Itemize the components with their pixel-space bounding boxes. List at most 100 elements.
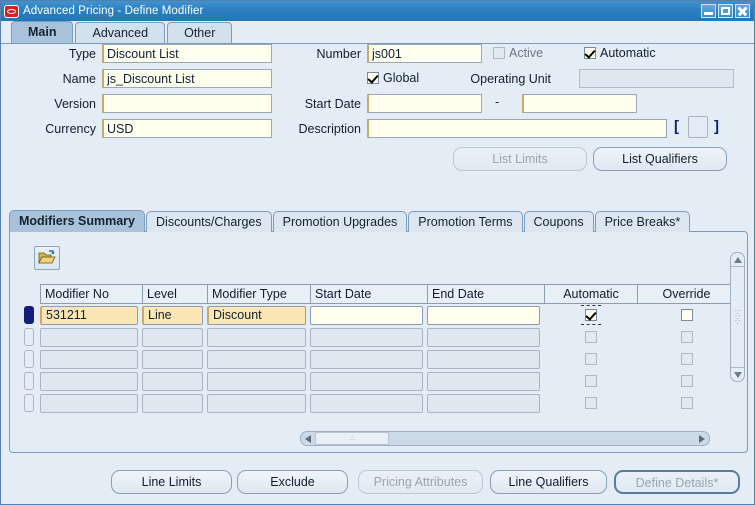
maximize-button[interactable] [718, 4, 733, 18]
cell-end-date[interactable] [427, 349, 540, 369]
column-header-level[interactable]: Level [142, 284, 207, 304]
scroll-left-button[interactable] [301, 432, 315, 445]
vertical-scroll-track[interactable]: ∵ ∵ ∵ [731, 266, 744, 368]
line-qualifiers-button[interactable]: Line Qualifiers [490, 470, 607, 494]
scroll-down-button[interactable] [731, 368, 744, 381]
cell-modifier-no[interactable] [40, 393, 138, 413]
cell-start-date[interactable] [310, 327, 423, 347]
grid-horizontal-scrollbar[interactable]: ∴ [300, 431, 710, 446]
cell-modifier-no[interactable] [40, 349, 138, 369]
record-indicator[interactable] [24, 372, 34, 390]
cell-start-date[interactable] [310, 349, 423, 369]
folder-tool-button[interactable] [34, 246, 60, 270]
cell-level[interactable] [142, 393, 203, 413]
label-start-date: Start Date [304, 97, 361, 111]
cell-override[interactable] [637, 326, 736, 348]
table-row[interactable] [24, 326, 736, 348]
cell-override[interactable] [637, 392, 736, 414]
cell-automatic[interactable] [544, 326, 637, 348]
cell-modifier-no[interactable] [40, 371, 138, 391]
window-controls [701, 4, 752, 18]
record-indicator[interactable] [24, 350, 34, 368]
close-button[interactable] [735, 4, 750, 18]
cell-modifier-no[interactable] [40, 327, 138, 347]
active-checkbox-group[interactable]: Active [493, 46, 543, 60]
horizontal-scroll-thumb[interactable]: ∴ [315, 432, 389, 445]
description-field[interactable] [367, 119, 667, 138]
cell-start-date[interactable] [310, 305, 423, 325]
line-limits-button[interactable]: Line Limits [111, 470, 232, 494]
scroll-up-button[interactable] [731, 253, 744, 266]
override-row-checkbox [680, 353, 693, 365]
table-row[interactable] [24, 370, 736, 392]
automatic-checkbox-group[interactable]: Automatic [584, 46, 656, 60]
descriptive-flexfield-box[interactable] [688, 116, 708, 138]
record-indicator[interactable] [24, 394, 34, 412]
column-header-override[interactable]: Override [637, 284, 736, 304]
start-date-from-field[interactable] [367, 94, 482, 113]
tab-main[interactable]: Main [11, 21, 74, 43]
cell-override[interactable] [637, 370, 736, 392]
number-field[interactable] [367, 44, 482, 63]
cell-override[interactable] [637, 304, 736, 326]
name-field[interactable] [102, 69, 272, 88]
folder-open-icon [38, 250, 56, 264]
column-header-automatic[interactable]: Automatic [544, 284, 637, 304]
cell-modifier-type[interactable] [207, 371, 306, 391]
cell-level[interactable] [142, 327, 203, 347]
table-row[interactable] [24, 348, 736, 370]
label-currency: Currency [45, 122, 96, 136]
cell-level[interactable] [142, 349, 203, 369]
tab-other[interactable]: Other [167, 22, 233, 43]
cell-end-date[interactable] [427, 371, 540, 391]
cell-end-date[interactable] [427, 393, 540, 413]
detail-tab-bar: Modifiers Summary Discounts/Charges Prom… [9, 210, 748, 232]
tab-promotion-upgrades[interactable]: Promotion Upgrades [272, 211, 408, 232]
start-date-to-field[interactable] [522, 94, 637, 113]
tab-discounts-charges[interactable]: Discounts/Charges [146, 211, 272, 232]
list-qualifiers-button[interactable]: List Qualifiers [593, 147, 727, 171]
cell-modifier-type[interactable] [207, 393, 306, 413]
label-name: Name [62, 72, 96, 86]
cell-modifier-type[interactable] [207, 349, 306, 369]
tab-promotion-terms[interactable]: Promotion Terms [408, 211, 523, 232]
tab-advanced[interactable]: Advanced [75, 22, 166, 43]
table-row[interactable]: 531211 Line Discount [24, 304, 736, 326]
cell-level[interactable] [142, 371, 203, 391]
cell-automatic[interactable] [544, 392, 637, 414]
scroll-left-icon [305, 434, 311, 443]
cell-start-date[interactable] [310, 393, 423, 413]
table-row[interactable] [24, 392, 736, 414]
label-operating-unit: Operating Unit [470, 72, 551, 86]
minimize-icon [702, 5, 715, 17]
cell-automatic[interactable] [544, 348, 637, 370]
cell-level[interactable]: Line [142, 305, 203, 325]
column-header-modifier-type[interactable]: Modifier Type [207, 284, 310, 304]
global-checkbox-group[interactable]: Global [367, 71, 419, 85]
top-tab-bar: Main Advanced Other [1, 21, 754, 44]
column-header-start-date[interactable]: Start Date [310, 284, 427, 304]
cell-override[interactable] [637, 348, 736, 370]
tab-coupons[interactable]: Coupons [523, 211, 594, 232]
list-limits-button: List Limits [453, 147, 587, 171]
window-title: Advanced Pricing - Define Modifier [23, 5, 204, 17]
scroll-right-button[interactable] [695, 432, 709, 445]
minimize-button[interactable] [701, 4, 716, 18]
column-header-end-date[interactable]: End Date [427, 284, 544, 304]
cell-modifier-no[interactable]: 531211 [40, 305, 138, 325]
cell-end-date[interactable] [427, 305, 540, 325]
record-indicator[interactable] [24, 328, 34, 346]
cell-end-date[interactable] [427, 327, 540, 347]
grid-vertical-scrollbar[interactable]: ∵ ∵ ∵ [730, 252, 745, 382]
cell-modifier-type[interactable]: Discount [207, 305, 306, 325]
tab-modifiers-summary[interactable]: Modifiers Summary [9, 210, 146, 232]
column-header-modifier-no[interactable]: Modifier No [40, 284, 142, 304]
cell-modifier-type[interactable] [207, 327, 306, 347]
cell-automatic[interactable] [544, 370, 637, 392]
label-description: Description [298, 122, 361, 136]
tab-price-breaks[interactable]: Price Breaks* [594, 211, 691, 232]
cell-automatic[interactable] [544, 304, 637, 326]
cell-start-date[interactable] [310, 371, 423, 391]
record-indicator[interactable] [24, 306, 34, 324]
exclude-button[interactable]: Exclude [237, 470, 348, 494]
